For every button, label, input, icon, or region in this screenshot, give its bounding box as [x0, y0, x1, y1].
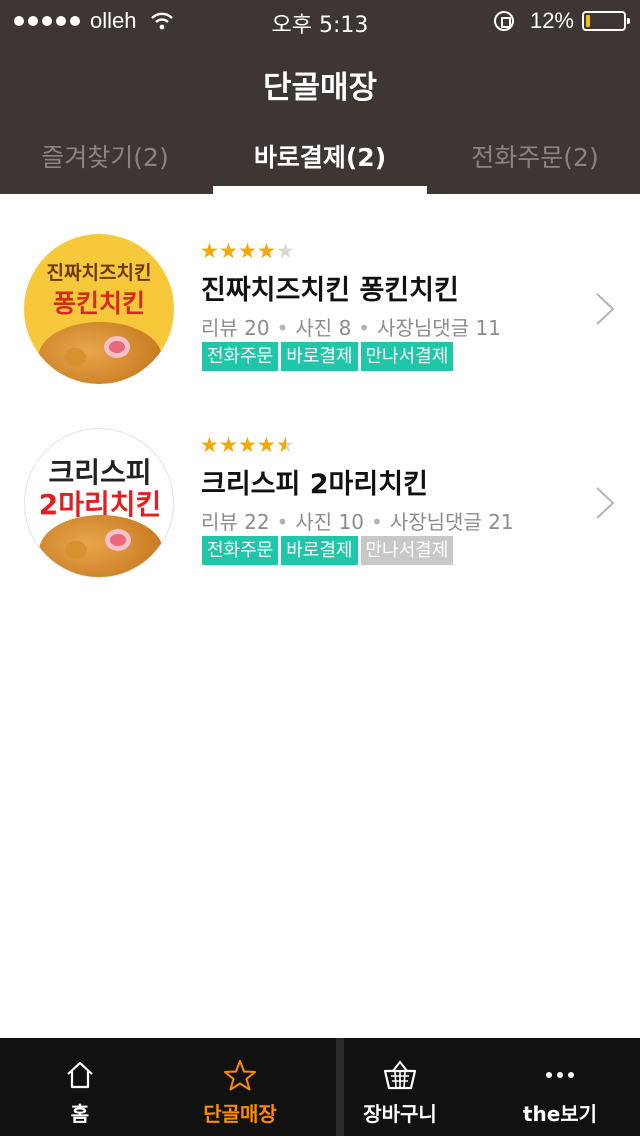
payment-badges: 전화주문 바로결제 만나서결제 [202, 342, 456, 371]
rating-stars: ★ ★ ★ ★ ★ ★ ★ ★ ★ [200, 240, 295, 262]
store-thumbnail: 진짜치즈치킨 퐁킨치킨 [24, 234, 174, 384]
separator-dot: • [276, 510, 289, 534]
store-name: 진짜치즈치킨 퐁킨치킨 [201, 275, 459, 306]
bottom-navigation: 홈 단골매장 장바구니 the보기 [0, 1038, 640, 1136]
store-meta: 리뷰 20 • 사진 8 • 사장님댓글 11 [201, 312, 501, 341]
star-icon: ★ ★ [238, 434, 257, 456]
store-list-item[interactable]: 진짜치즈치킨 퐁킨치킨 ★ ★ ★ ★ ★ ★ ★ ★ ★ 진짜치즈치킨 퐁킨치킨 리뷰 20 •… [0, 216, 640, 406]
status-right: 12% [493, 8, 630, 34]
star-fill: ★ [238, 434, 257, 456]
star-fill: ★ [257, 240, 276, 262]
separator-dot: • [358, 316, 371, 340]
star-fill: ★ [219, 434, 238, 456]
nav-label: the보기 [522, 1102, 598, 1126]
store-list-item[interactable]: 크리스피 2마리치킨 ★ ★ ★ ★ ★ ★ ★ ★ ★ ★ 크리스피 2마리치킨 리뷰 22 • 사… [0, 410, 640, 600]
tab-direct-pay[interactable]: 바로결제(2) [213, 138, 427, 174]
battery-fill [586, 15, 590, 27]
tab-favorites[interactable]: 즐겨찾기(2) [10, 138, 200, 174]
basket-icon [383, 1060, 417, 1090]
separator-dot: • [276, 316, 289, 340]
payment-badges: 전화주문 바로결제 만나서결제 [202, 536, 456, 565]
owner-reply-count: 사장님댓글 21 [389, 510, 514, 534]
star-fill: ★ [219, 240, 238, 262]
star-icon: ★ ★ [200, 240, 219, 262]
star-icon: ★ [276, 240, 295, 262]
star-icon: ★ ★ [257, 240, 276, 262]
nav-label: 장바구니 [363, 1102, 437, 1126]
status-bar: olleh 오후 5:13 12% [0, 0, 640, 40]
tab-bar-top: 즐겨찾기(2) 바로결제(2) 전화주문(2) [0, 130, 640, 194]
badge-phone-order: 전화주문 [202, 536, 279, 565]
badge-direct-pay: 바로결제 [281, 536, 358, 565]
store-meta: 리뷰 22 • 사진 10 • 사장님댓글 21 [201, 506, 514, 535]
thumbnail-logo-text: 퐁킨치킨 [52, 289, 145, 318]
star-icon [224, 1060, 256, 1091]
rotation-lock-icon [493, 11, 514, 31]
store-name: 크리스피 2마리치킨 [201, 469, 428, 500]
nav-label: 홈 [70, 1102, 90, 1126]
badge-direct-pay: 바로결제 [281, 342, 358, 371]
star-fill: ★ [276, 434, 286, 456]
app-header: olleh 오후 5:13 12% 단골매장 즐겨찾기(2) 바로결제(2) 전… [0, 0, 640, 194]
page-title: 단골매장 [262, 70, 378, 106]
rating-stars: ★ ★ ★ ★ ★ ★ ★ ★ ★ ★ [200, 434, 295, 456]
badge-phone-order: 전화주문 [202, 342, 279, 371]
star-icon: ★ ★ [219, 434, 238, 456]
photo-count: 사진 10 [295, 510, 365, 534]
star-icon: ★ ★ [219, 240, 238, 262]
fried-chicken-image [39, 515, 163, 577]
nav-cart[interactable]: 장바구니 [320, 1038, 480, 1136]
star-icon: ★ ★ [257, 434, 276, 456]
star-fill: ★ [257, 434, 276, 456]
star-icon: ★ ★ [276, 434, 295, 456]
more-dots-icon [546, 1072, 574, 1078]
badge-pay-on-delivery: 만나서결제 [360, 342, 454, 371]
fried-chicken-image [38, 322, 162, 384]
nav-label: 단골매장 [203, 1102, 277, 1126]
store-thumbnail: 크리스피 2마리치킨 [24, 428, 174, 578]
chevron-right-icon [596, 293, 615, 325]
star-icon: ★ ★ [200, 434, 219, 456]
nav-home[interactable]: 홈 [0, 1038, 160, 1136]
photo-count: 사진 8 [295, 316, 352, 340]
thumbnail-logo-text: 진짜치즈치킨 [46, 262, 152, 284]
star-fill: ★ [200, 240, 219, 262]
owner-reply-count: 사장님댓글 11 [377, 316, 501, 340]
star-icon: ★ ★ [238, 240, 257, 262]
tab-phone-order[interactable]: 전화주문(2) [440, 138, 630, 174]
active-tab-indicator [213, 186, 427, 194]
star-fill: ★ [200, 434, 219, 456]
home-icon [67, 1061, 93, 1089]
star-fill: ★ [238, 240, 257, 262]
badge-pay-on-delivery: 만나서결제 [360, 536, 454, 565]
nav-more[interactable]: the보기 [480, 1038, 640, 1136]
review-count: 리뷰 22 [201, 510, 270, 534]
nav-favorite-stores[interactable]: 단골매장 [160, 1038, 320, 1136]
battery-percent: 12% [529, 8, 574, 33]
battery-icon [582, 11, 630, 31]
separator-dot: • [371, 510, 383, 534]
review-count: 리뷰 20 [201, 316, 270, 340]
chevron-right-icon [596, 487, 615, 519]
